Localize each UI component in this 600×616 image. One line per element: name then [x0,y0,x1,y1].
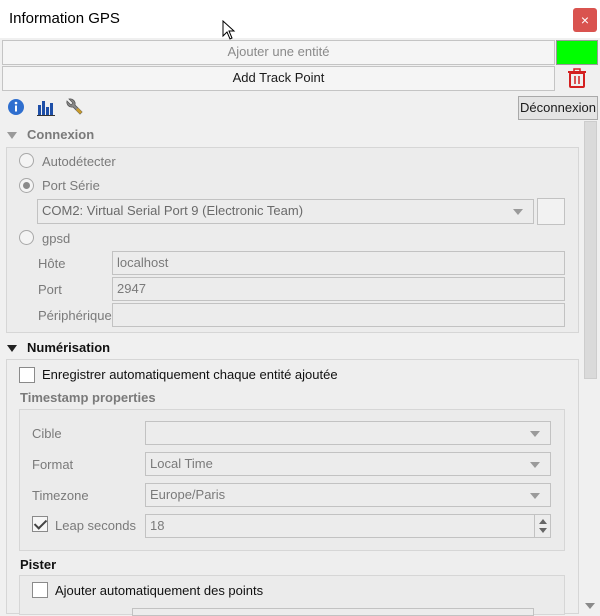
reset-track-button[interactable] [556,66,598,91]
target-select[interactable] [145,421,551,445]
connection-section-header[interactable]: Connexion [7,127,94,142]
scroll-down-arrow-icon[interactable] [585,603,595,609]
leap-seconds-label: Leap seconds [55,518,136,533]
wrench-icon [66,98,83,115]
title-bar: Information GPS × [0,0,600,40]
autodetect-label: Autodétecter [42,154,116,169]
host-field[interactable]: localhost [112,251,565,275]
window-title: Information GPS [9,10,120,27]
collapse-arrow-icon [7,345,17,353]
mouse-cursor-icon [222,20,236,40]
scrollbar-thumb[interactable] [584,121,597,379]
timestamp-heading: Timestamp properties [20,390,156,405]
target-label: Cible [32,426,62,441]
close-icon: × [580,12,590,28]
port-field[interactable]: 2947 [112,277,565,301]
histogram-tab[interactable] [36,97,56,117]
device-label: Périphérique [38,308,112,323]
close-button[interactable]: × [573,8,597,32]
serial-port-label: Port Série [42,178,100,193]
options-tab[interactable] [65,97,85,117]
timezone-select[interactable]: Europe/Paris [145,483,551,507]
add-track-point-button[interactable]: Add Track Point [2,66,555,91]
spinner-arrows-icon[interactable] [534,515,550,537]
host-label: Hôte [38,256,66,271]
auto-add-points-checkbox[interactable] [32,582,48,598]
gpsd-label: gpsd [42,231,71,246]
port-label: Port [38,282,62,297]
leap-seconds-spinbox[interactable]: 18 [145,514,551,538]
gps-status-indicator [556,40,598,65]
autodetect-radio[interactable] [19,153,34,168]
refresh-ports-button[interactable] [537,198,565,225]
format-label: Format [32,457,74,472]
auto-add-points-label: Ajouter automatiquement des points [55,583,264,598]
serial-port-select[interactable]: COM2: Virtual Serial Port 9 (Electronic … [37,199,534,224]
add-feature-button[interactable]: Ajouter une entité [2,40,555,65]
info-tab[interactable] [6,97,26,117]
leap-seconds-checkbox[interactable] [32,516,48,532]
trash-icon [568,68,586,88]
disconnect-button[interactable]: Déconnexion [518,96,598,120]
collapse-arrow-icon [7,132,17,140]
format-select[interactable]: Local Time [145,452,551,476]
timezone-label: Timezone [32,488,89,503]
auto-save-label: Enregistrer automatiquement chaque entit… [42,367,338,382]
histogram-icon [37,101,55,116]
tracking-heading: Pister [20,557,57,572]
serial-port-radio[interactable] [19,178,34,193]
digitizing-section-header[interactable]: Numérisation [7,340,110,355]
auto-save-checkbox[interactable] [19,367,35,383]
info-icon [8,99,24,115]
device-field[interactable] [112,303,565,327]
gpsd-radio[interactable] [19,230,34,245]
tracking-field-partial[interactable] [132,608,534,616]
